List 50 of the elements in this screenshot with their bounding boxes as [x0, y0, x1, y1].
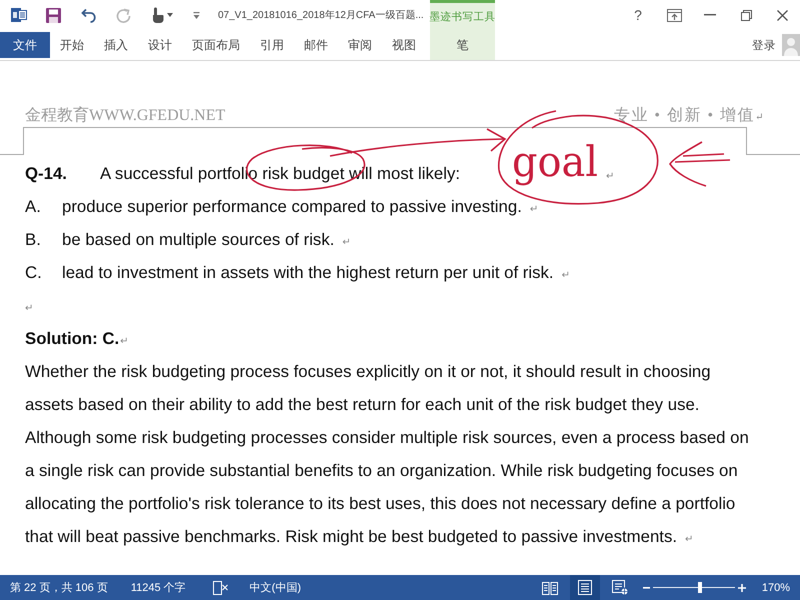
save-icon: [46, 8, 61, 22]
ribbon-tab[interactable]: 审阅: [338, 32, 382, 58]
file-tab[interactable]: 文件: [0, 32, 50, 58]
contextual-group-label: 墨迹书写工具: [430, 10, 496, 24]
ribbon-tab[interactable]: 引用: [250, 32, 294, 58]
save-button[interactable]: [46, 5, 61, 25]
option-text: lead to investment in assets with the highest return per unit of risk. ↵: [62, 262, 570, 282]
ribbon-tab[interactable]: 页面布局: [182, 32, 250, 58]
word-count[interactable]: 11245 个字: [130, 580, 186, 595]
header-slogan: 专业 • 创新 • 增值↵: [614, 106, 765, 126]
minimize-icon: [704, 14, 716, 16]
web-page-icon: [612, 580, 628, 595]
close-icon: [776, 10, 788, 20]
solution-paragraph: Whether the risk budgeting process focuses explicitly on it or not, it should result in choosing assets based on their ability to add the best return for each unit of the risk budget they use. Although some risk budgeting processes consider multiple risk sources, even a process based on a single risk can provide substantial benefits to an organization. While risk budgeting focuses on allocating the portfolio's risk tolerance to its best uses, this does not necessary define a portfolio that will beat passive benchmarks. Risk might be best budgeted to passive investments. ↵: [25, 361, 749, 548]
header-title: 金程教育WWW.GFEDU.NET: [25, 105, 226, 126]
caret-icon: [167, 13, 173, 17]
app-menu-button[interactable]: [11, 5, 27, 25]
restore-icon: [740, 10, 752, 20]
zoom-slider-thumb[interactable]: [698, 582, 702, 593]
option-text: produce superior performance compared to passive investing. ↵: [62, 196, 538, 216]
print-layout-button[interactable]: [570, 575, 600, 600]
option-text: be based on multiple sources of risk. ↵: [62, 230, 351, 250]
language-indicator[interactable]: 中文(中国): [250, 580, 301, 595]
document-app-icon: [11, 7, 27, 23]
solution-label: Solution: C.↵: [25, 328, 129, 348]
minus-icon[interactable]: [642, 586, 650, 588]
book-error-icon[interactable]: [212, 580, 228, 594]
ribbon-tab[interactable]: 笔: [444, 32, 482, 58]
ribbon-tab[interactable]: 开始: [50, 32, 94, 58]
dropdown-icon: [193, 12, 200, 18]
page-lines-icon: [578, 580, 592, 595]
ribbon-display-icon: [666, 8, 682, 22]
option-letter: A.: [25, 196, 42, 216]
page-count[interactable]: 第 22 页，共 106 页: [10, 580, 108, 595]
ribbon-tab[interactable]: 视图: [382, 32, 426, 58]
window-title: 07_V1_20181016_2018年12月CFA一级百题...: [218, 9, 424, 22]
touch-mode-button[interactable]: [151, 5, 173, 25]
open-book-icon: [542, 580, 558, 594]
sign-in-link[interactable]: 登录: [752, 38, 776, 52]
plus-icon[interactable]: [738, 584, 746, 592]
ribbon-tab[interactable]: 邮件: [294, 32, 338, 58]
hand-pointer-icon: [151, 7, 164, 23]
help-button[interactable]: ?: [620, 2, 656, 28]
paragraph-mark: ↵: [25, 302, 34, 316]
option-letter: B.: [25, 230, 42, 250]
ribbon-tab[interactable]: 插入: [94, 32, 138, 58]
question-number: Q-14.: [25, 164, 68, 184]
ribbon-tab[interactable]: 设计: [138, 32, 182, 58]
zoom-level[interactable]: 170%: [762, 582, 790, 594]
option-letter: C.: [25, 262, 43, 282]
